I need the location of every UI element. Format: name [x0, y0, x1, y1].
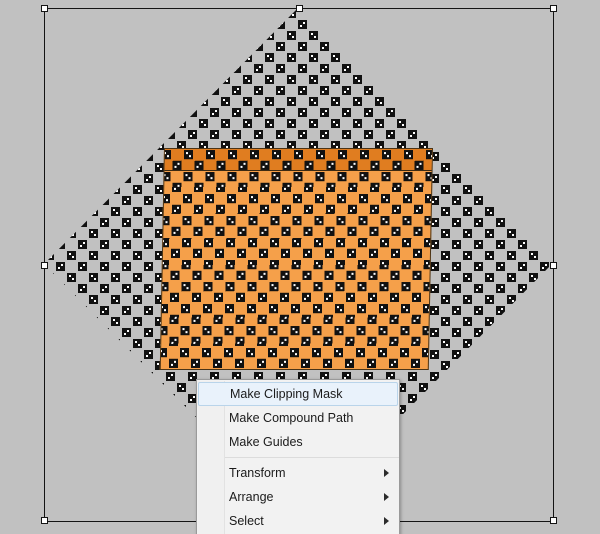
selection-handle-top-right[interactable] — [550, 5, 557, 12]
orange-rectangle-shape[interactable] — [159, 148, 434, 370]
orange-scatter-overlay — [159, 149, 434, 370]
menu-item-label: Make Clipping Mask — [230, 387, 343, 401]
menu-separator — [225, 457, 399, 458]
menu-item-transform[interactable]: Transform — [197, 461, 399, 485]
menu-item-make-compound-path[interactable]: Make Compound Path — [197, 406, 399, 430]
menu-item-make-guides[interactable]: Make Guides — [197, 430, 399, 454]
submenu-arrow-icon — [384, 493, 389, 501]
menu-item-list: Make Clipping Mask Make Compound Path Make… — [197, 382, 399, 533]
menu-item-label: Make Guides — [229, 435, 303, 449]
menu-item-make-clipping-mask[interactable]: Make Clipping Mask — [198, 382, 398, 406]
menu-item-label: Select — [229, 514, 264, 528]
menu-item-label: Make Compound Path — [229, 411, 354, 425]
menu-item-label: Transform — [229, 466, 286, 480]
selection-handle-bottom-left[interactable] — [41, 517, 48, 524]
canvas-context-menu[interactable]: Make Clipping Mask Make Compound Path Make… — [196, 379, 400, 534]
submenu-arrow-icon — [384, 517, 389, 525]
submenu-arrow-icon — [384, 469, 389, 477]
menu-item-select[interactable]: Select — [197, 509, 399, 533]
selection-handle-top-left[interactable] — [41, 5, 48, 12]
menu-item-label: Arrange — [229, 490, 274, 504]
menu-item-arrange[interactable]: Arrange — [197, 485, 399, 509]
application-window: Make Clipping Mask Make Compound Path Make… — [0, 0, 600, 534]
selection-handle-bottom-right[interactable] — [550, 517, 557, 524]
